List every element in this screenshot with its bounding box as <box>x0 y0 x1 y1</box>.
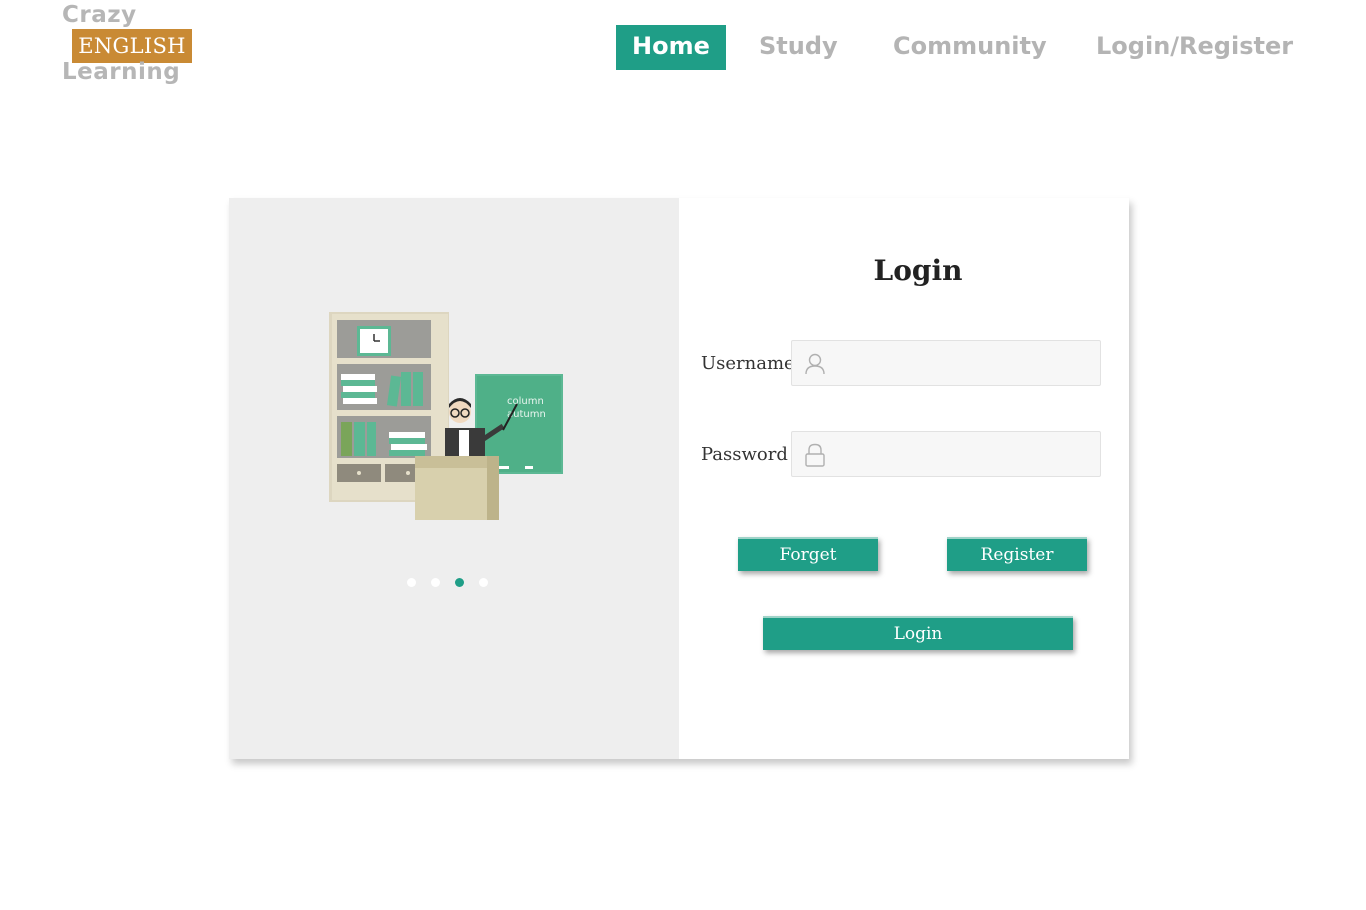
carousel-dot-1[interactable] <box>407 578 416 587</box>
nav-login-register[interactable]: Login/Register <box>1096 25 1293 70</box>
carousel-dot-2[interactable] <box>431 578 440 587</box>
board-text-column: column <box>507 396 544 407</box>
carousel-dots <box>407 578 497 590</box>
nav-home[interactable]: Home <box>616 25 726 70</box>
nav-community[interactable]: Community <box>893 25 1047 70</box>
password-field-box <box>791 431 1101 477</box>
logo-text-crazy: Crazy <box>62 2 137 28</box>
carousel-dot-4[interactable] <box>479 578 488 587</box>
username-field-box <box>791 340 1101 386</box>
password-label: Password <box>701 444 788 465</box>
username-label: Username <box>701 353 795 374</box>
carousel-panel: column autumn <box>229 198 679 759</box>
lock-icon <box>805 443 825 467</box>
logo[interactable]: Crazy ENGLISH Learning <box>62 2 202 92</box>
user-icon <box>805 353 825 375</box>
teacher-classroom-illustration: column autumn <box>329 312 563 520</box>
logo-badge-english: ENGLISH <box>72 29 192 63</box>
nav-study[interactable]: Study <box>759 25 838 70</box>
password-input[interactable] <box>836 432 1098 476</box>
register-button[interactable]: Register <box>947 537 1087 571</box>
login-title: Login <box>873 254 963 287</box>
username-input[interactable] <box>836 341 1098 385</box>
carousel-dot-3[interactable] <box>455 578 464 587</box>
login-card: column autumn Login Username Password Fo… <box>229 198 1129 759</box>
logo-text-learning: Learning <box>62 59 181 85</box>
forget-button[interactable]: Forget <box>738 537 878 571</box>
login-submit-button[interactable]: Login <box>763 616 1073 650</box>
login-form: Login Username Password Forget Register … <box>679 198 1129 759</box>
